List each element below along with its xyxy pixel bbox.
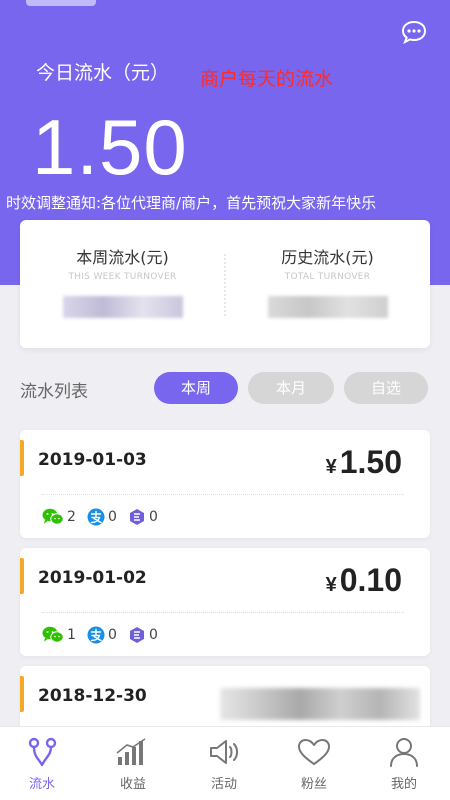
heart-icon xyxy=(298,739,330,765)
speaker-icon xyxy=(210,740,238,764)
record-divider xyxy=(42,612,404,613)
week-turnover[interactable]: 本周流水(元) THIS WEEK TURNOVER xyxy=(20,244,225,318)
wechat-count-value: 2 xyxy=(67,509,76,525)
bar-chart-icon xyxy=(116,738,146,765)
annotation-text: 商户每天的流水 xyxy=(200,68,334,90)
notice-ticker[interactable]: 时效调整通知:各位代理商/商户，首先预祝大家新年快乐 xyxy=(0,192,450,214)
tabbar-item-mine[interactable]: 我的 xyxy=(374,737,434,792)
list-item[interactable]: 2019-01-02 ¥0.10 1 0 0 xyxy=(20,548,430,656)
week-turnover-title: 本周流水(元) xyxy=(76,248,169,267)
tabbar-item-flow[interactable]: 流水 xyxy=(12,737,72,792)
currency-symbol: ¥ xyxy=(325,574,337,596)
tab-this-week[interactable]: 本周 xyxy=(154,372,238,404)
today-turnover-label: 今日流水（元） xyxy=(36,62,170,84)
turnover-list-header: 流水列表 本周 本月 自选 xyxy=(20,372,430,404)
record-divider xyxy=(42,494,404,495)
week-turnover-subtitle: THIS WEEK TURNOVER xyxy=(68,272,177,282)
other-pay-count: 0 xyxy=(128,508,158,526)
other-pay-count: 0 xyxy=(128,626,158,644)
bottom-tab-bar: 流水 收益 活动 粉丝 我的 xyxy=(0,726,450,800)
turnover-summary-card: 本周流水(元) THIS WEEK TURNOVER 历史流水(元) TOTAL… xyxy=(20,220,430,348)
tabbar-label: 流水 xyxy=(28,777,55,792)
record-accent-bar xyxy=(20,440,24,476)
alipay-count-value: 0 xyxy=(108,627,117,643)
alipay-icon xyxy=(87,508,105,526)
wechat-icon xyxy=(42,626,64,643)
payment-breakdown: 2 0 0 xyxy=(42,508,164,528)
history-turnover-value-blurred xyxy=(267,296,388,318)
tabbar-label: 粉丝 xyxy=(300,777,327,792)
history-turnover-subtitle: TOTAL TURNOVER xyxy=(284,272,371,282)
chat-bubble-icon xyxy=(401,20,427,45)
wechat-count-value: 1 xyxy=(67,627,76,643)
record-amount-value: 1.50 xyxy=(339,444,402,480)
alipay-count: 0 xyxy=(87,626,117,644)
currency-symbol: ¥ xyxy=(325,456,337,478)
turnover-list-title: 流水列表 xyxy=(20,382,88,402)
history-turnover[interactable]: 历史流水(元) TOTAL TURNOVER xyxy=(225,244,430,318)
alipay-icon xyxy=(87,626,105,644)
wechat-count: 1 xyxy=(42,626,76,644)
user-icon xyxy=(390,738,418,767)
flow-icon xyxy=(28,737,57,767)
record-accent-bar xyxy=(20,558,24,594)
record-amount: ¥0.10 xyxy=(326,562,402,599)
today-turnover-amount: 1.50 xyxy=(32,103,188,191)
message-button[interactable] xyxy=(400,18,428,46)
tabbar-label: 收益 xyxy=(119,777,146,792)
wechat-icon xyxy=(42,508,64,525)
record-date: 2019-01-03 xyxy=(38,450,147,470)
record-amount-blurred xyxy=(220,688,420,720)
alipay-count-value: 0 xyxy=(108,509,117,525)
status-bar xyxy=(26,0,96,6)
record-date: 2019-01-02 xyxy=(38,568,147,588)
tabbar-label: 我的 xyxy=(390,777,417,792)
record-date: 2018-12-30 xyxy=(38,686,147,706)
tab-custom-range[interactable]: 自选 xyxy=(344,372,428,404)
alipay-count: 0 xyxy=(87,508,117,526)
hexagon-pay-icon xyxy=(130,627,145,643)
other-pay-count-value: 0 xyxy=(149,509,158,525)
tabbar-item-fans[interactable]: 粉丝 xyxy=(284,737,344,792)
record-amount-value: 0.10 xyxy=(339,562,402,598)
week-turnover-value-blurred xyxy=(62,296,183,318)
tabbar-item-income[interactable]: 收益 xyxy=(103,737,163,792)
wechat-count: 2 xyxy=(42,508,76,526)
record-amount: ¥1.50 xyxy=(326,444,402,481)
record-accent-bar xyxy=(20,676,24,712)
tabbar-label: 活动 xyxy=(210,777,237,792)
tabbar-item-activity[interactable]: 活动 xyxy=(194,737,254,792)
other-pay-count-value: 0 xyxy=(149,627,158,643)
list-item[interactable]: 2019-01-03 ¥1.50 2 0 0 xyxy=(20,430,430,538)
tab-this-month[interactable]: 本月 xyxy=(248,372,334,404)
history-turnover-title: 历史流水(元) xyxy=(281,248,374,267)
hexagon-pay-icon xyxy=(130,509,145,525)
payment-breakdown: 1 0 0 xyxy=(42,626,164,646)
